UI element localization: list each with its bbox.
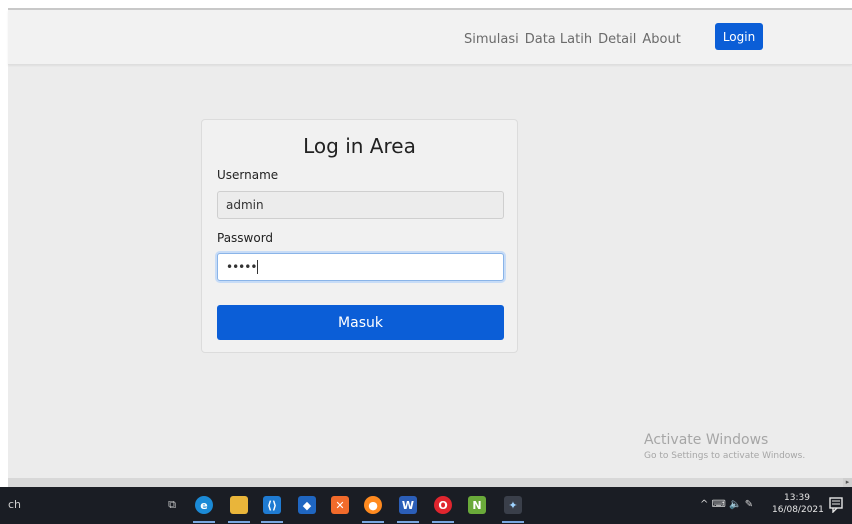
login-card: Log in Area Username admin Password ••••… bbox=[201, 119, 518, 353]
vscode-active-indicator bbox=[261, 521, 283, 523]
file-explorer-icon[interactable] bbox=[230, 496, 248, 514]
word-icon[interactable]: W bbox=[399, 496, 417, 514]
browser-viewport: Simulasi Data Latih Detail About Login L… bbox=[8, 8, 852, 478]
scroll-right-arrow-icon[interactable]: ▸ bbox=[843, 478, 852, 487]
text-caret bbox=[257, 260, 259, 274]
opera-icon[interactable]: O bbox=[434, 496, 452, 514]
opera-active-indicator bbox=[432, 521, 454, 523]
virtualbox-icon[interactable]: ◆ bbox=[298, 496, 316, 514]
taskbar: ch ⧉ e ⟨⟩ ◆ ✕ ● W O N ✦ ^ ⌨ 🔈 ✎ 13:39 16… bbox=[0, 487, 852, 524]
username-label: Username bbox=[217, 168, 279, 182]
password-value: ••••• bbox=[226, 260, 257, 274]
card-title: Log in Area bbox=[303, 134, 416, 158]
clock-time: 13:39 bbox=[784, 493, 810, 503]
notification-icon[interactable] bbox=[829, 497, 843, 513]
nav-link-data-latih[interactable]: Data Latih bbox=[525, 32, 592, 47]
watermark-subtitle: Go to Settings to activate Windows. bbox=[644, 451, 806, 461]
taskbar-search-text[interactable]: ch bbox=[8, 498, 21, 511]
edge-icon[interactable]: e bbox=[195, 496, 213, 514]
system-tray[interactable]: ^ ⌨ 🔈 ✎ bbox=[700, 499, 753, 510]
nav-link-detail[interactable]: Detail bbox=[598, 32, 636, 47]
explorer-active-indicator bbox=[228, 521, 250, 523]
horizontal-scrollbar[interactable]: ▸ bbox=[8, 478, 852, 487]
clock-date: 16/08/2021 bbox=[772, 505, 824, 515]
masuk-button[interactable]: Masuk bbox=[217, 305, 504, 340]
nav-links: Simulasi Data Latih Detail About bbox=[464, 32, 687, 47]
edge-active-indicator bbox=[193, 521, 215, 523]
password-input[interactable]: ••••• bbox=[217, 253, 504, 281]
vscode-icon[interactable]: ⟨⟩ bbox=[263, 496, 281, 514]
word-active-indicator bbox=[397, 521, 419, 523]
task-view-icon[interactable]: ⧉ bbox=[163, 496, 181, 514]
firefox-icon[interactable]: ● bbox=[364, 496, 382, 514]
nav-link-simulasi[interactable]: Simulasi bbox=[464, 32, 519, 47]
login-button[interactable]: Login bbox=[715, 23, 763, 50]
watermark-title: Activate Windows bbox=[644, 432, 769, 448]
username-input[interactable]: admin bbox=[217, 191, 504, 219]
taskbar-clock[interactable]: 13:39 16/08/2021 bbox=[772, 492, 824, 516]
password-label: Password bbox=[217, 231, 274, 245]
username-value: admin bbox=[226, 198, 264, 212]
xampp-icon[interactable]: ✕ bbox=[331, 496, 349, 514]
notepadpp-icon[interactable]: N bbox=[468, 496, 486, 514]
nav-link-about[interactable]: About bbox=[642, 32, 680, 47]
wifi-active-indicator bbox=[502, 521, 524, 523]
wifi-tool-icon[interactable]: ✦ bbox=[504, 496, 522, 514]
firefox-active-indicator bbox=[362, 521, 384, 523]
navbar: Simulasi Data Latih Detail About Login bbox=[8, 10, 852, 65]
activate-windows-watermark: Activate Windows Go to Settings to activ… bbox=[644, 432, 805, 461]
